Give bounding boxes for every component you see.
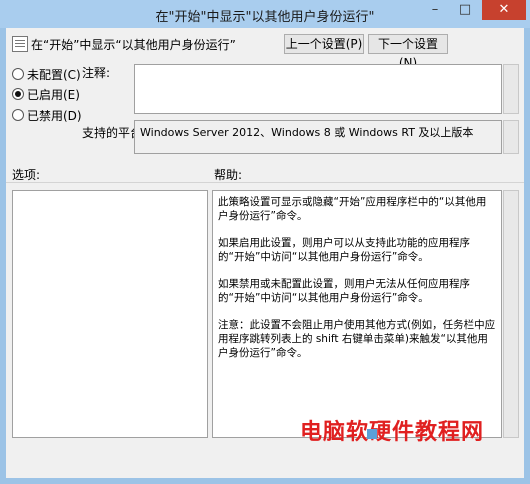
help-label: 帮助:: [214, 168, 243, 182]
radio-enabled[interactable]: 已启用(E): [12, 86, 80, 103]
dialog-client-area: 在“开始”中显示“以其他用户身份运行” 上一个设置(P) 下一个设置(N) 未配…: [6, 28, 524, 478]
radio-label: 已禁用(D): [27, 109, 82, 123]
radio-selected-icon: [12, 88, 24, 100]
previous-setting-button[interactable]: 上一个设置(P): [284, 34, 364, 54]
help-paragraph: 注意：此设置不会阻止用户使用其他方式(例如，任务栏中应用程序跳转列表上的 shi…: [218, 319, 496, 359]
supported-platform-value: Windows Server 2012、Windows 8 或 Windows …: [134, 120, 502, 154]
comment-label: 注释:: [82, 66, 111, 80]
policy-dialog-window: 在"开始"中显示"以其他用户身份运行" – □ ✕ 在“开始”中显示“以其他用户…: [0, 0, 530, 484]
watermark-text: 电脑软硬件教程网: [300, 420, 485, 445]
comment-textarea[interactable]: [134, 64, 502, 114]
radio-circle-icon: [12, 109, 24, 121]
platform-scrollbar[interactable]: [503, 120, 519, 154]
help-paragraph: 如果启用此设置，则用户可以从支持此功能的应用程序的“开始”中访问“以其他用户身份…: [218, 237, 470, 263]
setting-title: 在“开始”中显示“以其他用户身份运行”: [31, 38, 236, 52]
radio-not-configured[interactable]: 未配置(C): [12, 66, 81, 83]
section-divider: [6, 182, 524, 183]
windows-logo-icon: [367, 429, 377, 439]
next-setting-button[interactable]: 下一个设置(N): [368, 34, 448, 70]
comment-scrollbar[interactable]: [503, 64, 519, 114]
radio-label: 已启用(E): [27, 88, 80, 102]
title-bar[interactable]: 在"开始"中显示"以其他用户身份运行" – □ ✕: [0, 0, 530, 28]
help-pane: 此策略设置可显示或隐藏“开始”应用程序栏中的“以其他用户身份运行”命令。 如果启…: [212, 190, 502, 438]
help-paragraph: 此策略设置可显示或隐藏“开始”应用程序栏中的“以其他用户身份运行”命令。: [218, 196, 487, 222]
policy-icon: [12, 36, 28, 52]
help-scrollbar[interactable]: [503, 190, 519, 438]
radio-circle-icon: [12, 68, 24, 80]
radio-label: 未配置(C): [27, 68, 81, 82]
close-button[interactable]: ✕: [482, 0, 526, 20]
maximize-button[interactable]: □: [450, 0, 480, 20]
options-pane: [12, 190, 208, 438]
options-label: 选项:: [12, 168, 41, 182]
minimize-button[interactable]: –: [420, 0, 450, 20]
radio-disabled[interactable]: 已禁用(D): [12, 107, 82, 124]
help-paragraph: 如果禁用或未配置此设置，则用户无法从任何应用程序的“开始”中访问“以其他用户身份…: [218, 278, 470, 304]
